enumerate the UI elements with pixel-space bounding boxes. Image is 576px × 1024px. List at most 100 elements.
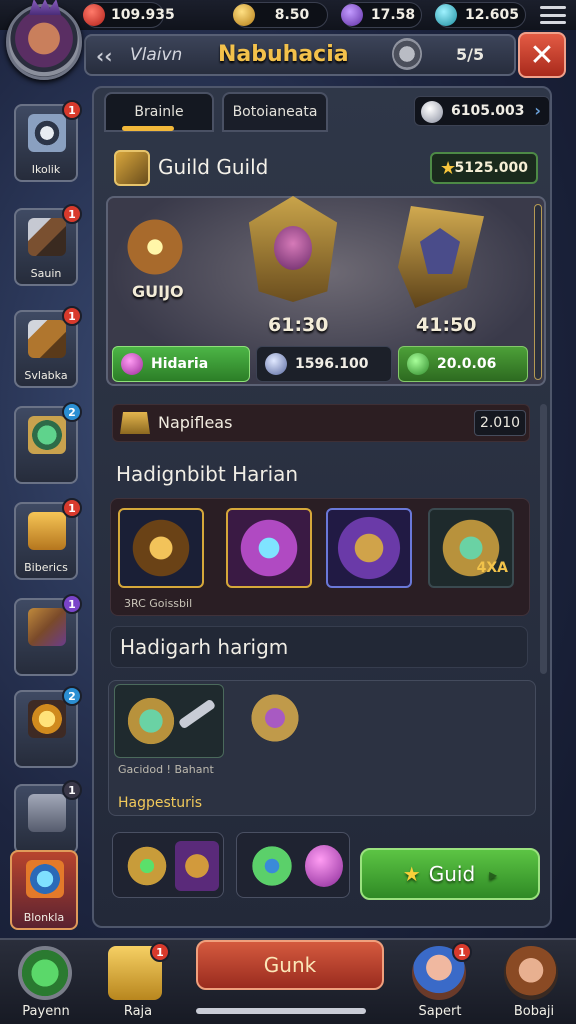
sidebar-item-label: Svlabka xyxy=(24,369,68,382)
nav-label-payenn[interactable]: Payenn xyxy=(6,1004,86,1019)
showcase-price-2: 41:50 xyxy=(416,314,477,336)
section-2-caption: Gacidod ! Bahant xyxy=(118,763,214,776)
sidebar-item-blonkla[interactable]: Blonkla xyxy=(10,850,78,930)
sidebar-item-label: Blonkla xyxy=(23,911,65,924)
stat-emerald[interactable]: 20.0.06 xyxy=(398,346,528,382)
archer-portrait-icon[interactable] xyxy=(504,946,558,1000)
spellbook-icon[interactable] xyxy=(120,212,190,282)
notification-badge: 2 xyxy=(62,686,82,706)
emerald-icon xyxy=(407,353,429,375)
resource-ruby[interactable]: 109.935 xyxy=(83,2,175,28)
resource-amethyst[interactable]: 17.58 xyxy=(341,2,422,28)
sidebar-item-label: Ikolik xyxy=(31,163,61,176)
crown-icon xyxy=(29,0,61,15)
notification-badge: 1 xyxy=(452,942,472,962)
arrow-right-icon: ▸ xyxy=(489,864,498,884)
chevron-right-icon: › xyxy=(534,101,541,120)
tab-currency[interactable]: 6105.003 › xyxy=(414,96,550,126)
gold-crown-icon[interactable]: 1 xyxy=(108,942,170,1000)
tab-botoianeata[interactable]: Botoianeata xyxy=(222,92,328,132)
gunk-button[interactable]: Gunk xyxy=(196,940,384,990)
nav-label-raja[interactable]: Raja xyxy=(98,1004,178,1019)
item-shield-sword[interactable] xyxy=(114,684,224,758)
chest-icon xyxy=(28,608,66,646)
diamond-icon xyxy=(435,4,457,26)
stat-label: Hidaria xyxy=(151,356,209,372)
sidebar-item-chest[interactable]: 1 xyxy=(14,594,82,676)
resource-gold[interactable]: 8.50 xyxy=(233,2,328,28)
item-tag: 4XA xyxy=(476,560,508,576)
section-2-label: Hagpesturis xyxy=(118,795,203,811)
amethyst-icon xyxy=(341,4,363,26)
title-subtitle: Vlaivn xyxy=(130,45,183,65)
hammer-icon xyxy=(28,320,66,358)
knight-icon xyxy=(28,794,66,832)
bundle-2[interactable] xyxy=(236,832,350,898)
resource-value: 17.58 xyxy=(370,7,416,23)
item-wand[interactable] xyxy=(226,508,312,588)
crystal-icon xyxy=(265,353,287,375)
sidebar-item-gem[interactable]: 2 xyxy=(14,402,82,484)
notification-badge: 1 xyxy=(62,100,82,120)
star-icon: ★ xyxy=(440,158,457,179)
notification-badge: 1 xyxy=(62,594,82,614)
player-avatar[interactable] xyxy=(6,0,82,80)
notification-badge: 1 xyxy=(62,780,82,800)
bottom-scrollbar[interactable] xyxy=(196,1008,366,1014)
star-icon xyxy=(28,700,66,738)
guild-title: Guild Guild xyxy=(158,155,269,179)
guild-gold-value: 5125.000 xyxy=(454,160,528,176)
notification-badge: 1 xyxy=(62,306,82,326)
section-1-title: Hadignbibt Harian xyxy=(116,462,299,486)
back-button[interactable]: ‹‹ xyxy=(96,44,112,68)
tab-currency-value: 6105.003 xyxy=(451,103,525,119)
sidebar-item-star[interactable]: 2 xyxy=(14,686,82,768)
item-emblem[interactable]: 4XA xyxy=(428,508,514,588)
guild-gold-balance: ★ 5125.000 xyxy=(430,152,538,184)
stat-crystal[interactable]: 1596.100 xyxy=(256,346,392,382)
showcase-scrollbar[interactable] xyxy=(534,204,542,380)
bundle-1[interactable] xyxy=(112,832,224,898)
title-count: 5/5 xyxy=(456,45,485,64)
stat-label: 20.0.06 xyxy=(437,356,497,372)
ruby-icon xyxy=(83,4,105,26)
sidebar-item-knight[interactable]: 1 xyxy=(14,780,82,854)
nav-label-bobaji[interactable]: Bobaji xyxy=(494,1004,574,1019)
sidebar-item-biberics[interactable]: Biberics 1 xyxy=(14,498,82,580)
notification-badge: 1 xyxy=(62,204,82,224)
star-icon: ★ xyxy=(402,862,421,886)
page-title: Nabuhacia xyxy=(218,42,349,67)
stat-hidaria[interactable]: Hidaria xyxy=(112,346,250,382)
close-button[interactable]: ✕ xyxy=(518,32,566,78)
item-emblem-small[interactable] xyxy=(248,690,302,746)
guild-emblem-icon xyxy=(114,150,150,186)
hero-portrait-icon[interactable]: 1 xyxy=(412,942,472,1000)
section-2-title: Hadigarh harigm xyxy=(120,635,289,659)
sidebar-item-sauin[interactable]: Sauin 1 xyxy=(14,204,82,286)
active-tab-indicator xyxy=(122,126,174,131)
gold-icon xyxy=(233,4,255,26)
stat-label: 1596.100 xyxy=(295,356,369,372)
potion-icon[interactable] xyxy=(18,946,72,1000)
item-shield[interactable] xyxy=(326,508,412,588)
notification-badge: 2 xyxy=(62,402,82,422)
sidebar-item-svlabka[interactable]: Svlabka 1 xyxy=(14,306,82,388)
nav-label-sapert[interactable]: Sapert xyxy=(400,1004,480,1019)
showcase-price-1: 61:30 xyxy=(268,314,329,336)
gold-bars-icon xyxy=(28,512,66,550)
showcase-label-left: GUIJO xyxy=(132,282,184,301)
orb-icon xyxy=(26,860,64,898)
guild-button[interactable]: ★ Guid ▸ xyxy=(360,848,540,900)
sidebar-item-ikolik[interactable]: Ikolik 1 xyxy=(14,100,82,182)
gold-ingot-icon xyxy=(120,412,150,434)
guild-button-label: Guid xyxy=(428,862,476,886)
item-staff[interactable] xyxy=(118,508,204,588)
sidebar-item-label: Biberics xyxy=(24,561,68,574)
content-scrollbar[interactable] xyxy=(540,404,547,674)
pink-gem-icon xyxy=(121,353,143,375)
resource-value: 12.605 xyxy=(464,7,520,23)
napifleas-value: 2.010 xyxy=(474,410,526,436)
resource-diamond[interactable]: 12.605 xyxy=(435,2,526,28)
menu-icon[interactable] xyxy=(540,6,566,24)
silver-coin-icon xyxy=(421,101,443,123)
